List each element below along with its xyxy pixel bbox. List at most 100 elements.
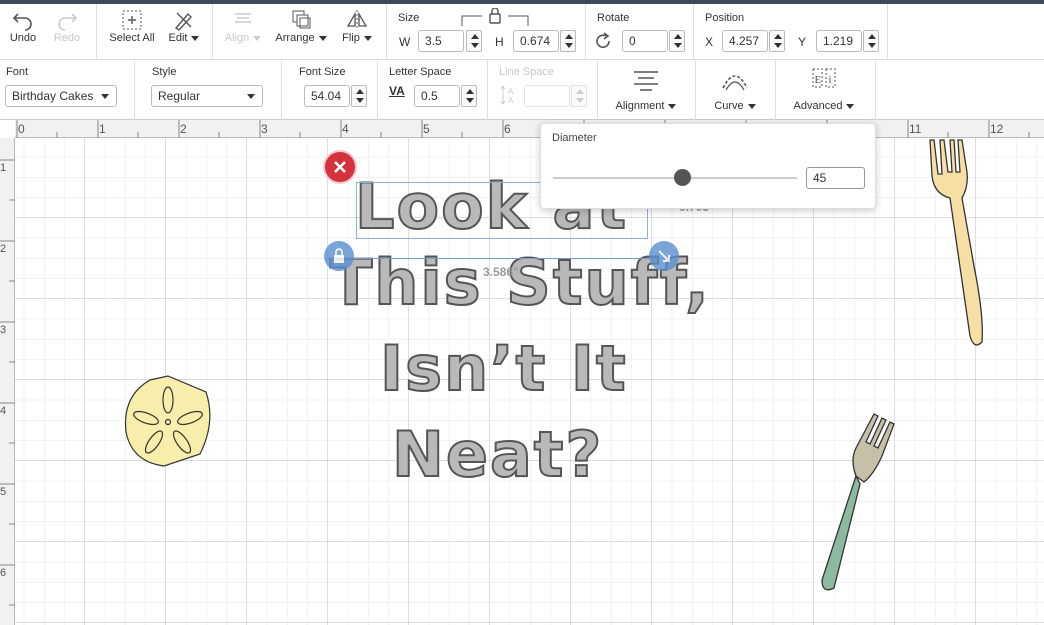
ruler-number: 3 (261, 122, 268, 136)
divider (134, 60, 135, 120)
svg-text:A: A (508, 87, 514, 96)
height-field[interactable]: 0.674 (513, 30, 559, 52)
alignment-label: Alignment (615, 100, 665, 112)
rotate-stepper[interactable] (669, 30, 685, 52)
height-stepper[interactable] (560, 30, 576, 52)
close-icon (334, 161, 346, 173)
letter-space-label: Letter Space (389, 66, 452, 78)
chevron-down-icon (191, 35, 200, 41)
divider (377, 60, 378, 120)
alignment-menu-button[interactable]: Alignment (608, 68, 684, 112)
font-size-label: Font Size (299, 66, 346, 78)
svg-text:i: i (829, 74, 832, 86)
width-field[interactable]: 3.5 (418, 30, 464, 52)
y-position-field[interactable]: 1.219 (816, 30, 862, 52)
redo-button[interactable]: Redo (48, 8, 86, 44)
arrange-icon (292, 10, 311, 29)
align-icon (235, 13, 251, 23)
chevron-down-icon (363, 35, 372, 41)
letter-space-field[interactable]: 0.5 (414, 85, 460, 107)
text-alignment-icon (634, 71, 658, 91)
lock-aspect-icon[interactable] (460, 8, 530, 28)
rotate-label: Rotate (597, 12, 630, 24)
arrange-label: Arrange (275, 32, 315, 44)
horizontal-ruler-ticks (16, 120, 1030, 138)
chevron-down-icon (253, 35, 262, 41)
diameter-input[interactable]: 45 (806, 167, 865, 189)
font-select[interactable]: Birthday Cakes (5, 85, 117, 107)
divider (887, 4, 888, 60)
undo-button[interactable]: Undo (4, 8, 42, 44)
font-size-field[interactable]: 54.04 (304, 85, 350, 107)
redo-icon (58, 13, 78, 31)
advanced-label: Advanced (793, 100, 843, 112)
flip-icon (346, 10, 368, 30)
horizontal-ruler: 0 1 2 3 4 5 6 7 8 9 10 11 12 (15, 120, 1044, 138)
lock-icon (334, 248, 344, 263)
chevron-down-icon (747, 103, 756, 109)
divider (281, 60, 282, 120)
x-position-stepper[interactable] (769, 30, 785, 52)
fork-green-image[interactable] (816, 412, 900, 594)
divider (875, 60, 876, 120)
x-label: X (705, 35, 714, 49)
divider (386, 4, 387, 60)
chevron-down-icon (668, 103, 677, 109)
line-space-label: Line Space (499, 66, 555, 78)
sand-dollar-image[interactable] (120, 372, 216, 468)
divider (695, 60, 696, 120)
vertical-ruler: 1 2 3 4 5 6 (0, 138, 15, 625)
flip-label: Flip (342, 32, 360, 44)
style-label: Style (152, 66, 177, 78)
select-all-label: Select All (109, 32, 155, 44)
style-select-value: Regular (158, 89, 201, 103)
chevron-down-icon (101, 94, 109, 99)
font-size-stepper[interactable] (351, 85, 367, 107)
ruler-number: 1 (99, 122, 106, 136)
width-stepper[interactable] (466, 30, 482, 52)
letter-space-stepper[interactable] (461, 85, 477, 107)
ruler-number: 2 (180, 122, 187, 136)
delete-handle[interactable] (323, 150, 357, 184)
text-toolbar: Font Birthday Cakes Style Regular Font S… (0, 60, 1044, 120)
advanced-menu-button[interactable]: Ei Advanced (786, 66, 862, 112)
align-menu-button[interactable]: Align (220, 8, 266, 44)
curve-diameter-popup: Diameter 45 (540, 123, 876, 209)
divider (212, 4, 213, 60)
line-space-field[interactable] (524, 85, 570, 107)
advanced-text-icon: Ei (812, 68, 836, 88)
ruler-number: 5 (423, 122, 430, 136)
lock-handle[interactable] (324, 241, 354, 271)
ruler-number: 0 (18, 122, 25, 136)
flip-menu-button[interactable]: Flip (336, 8, 378, 44)
diameter-slider-knob[interactable] (673, 169, 691, 186)
ruler-number: 6 (504, 122, 511, 136)
edit-toolbar: Undo Redo Select All Edit Align Arrange … (0, 4, 1044, 60)
y-position-stepper[interactable] (863, 30, 879, 52)
ruler-number: 4 (0, 405, 7, 417)
ruler-number: 4 (342, 122, 349, 136)
fork-tan-image[interactable] (922, 136, 988, 348)
arrange-menu-button[interactable]: Arrange (272, 8, 330, 44)
line-space-stepper[interactable] (571, 85, 587, 107)
style-select[interactable]: Regular (151, 85, 263, 107)
design-canvas[interactable]: 0 1 2 3 4 5 6 7 8 9 10 11 12 1 2 3 4 5 6… (0, 120, 1044, 625)
height-label: H (495, 35, 504, 49)
curve-menu-button[interactable]: Curve (706, 68, 764, 112)
svg-text:A: A (508, 96, 514, 105)
text-line-3[interactable]: Isn’t It (379, 331, 628, 406)
divider (96, 4, 97, 60)
edit-menu-button[interactable]: Edit (164, 8, 204, 44)
redo-label: Redo (53, 32, 81, 44)
font-label: Font (6, 66, 29, 78)
text-line-4[interactable]: Neat? (391, 417, 603, 492)
resize-arrow-icon (658, 250, 670, 262)
select-all-button[interactable]: Select All (104, 8, 160, 44)
vertical-ruler-ticks (0, 159, 15, 606)
rotate-field[interactable]: 0 (622, 30, 668, 52)
ruler-number: 11 (909, 122, 922, 136)
x-position-field[interactable]: 4.257 (722, 30, 768, 52)
font-select-value: Birthday Cakes (12, 89, 94, 103)
resize-handle[interactable] (649, 241, 679, 271)
edit-label: Edit (168, 32, 188, 44)
